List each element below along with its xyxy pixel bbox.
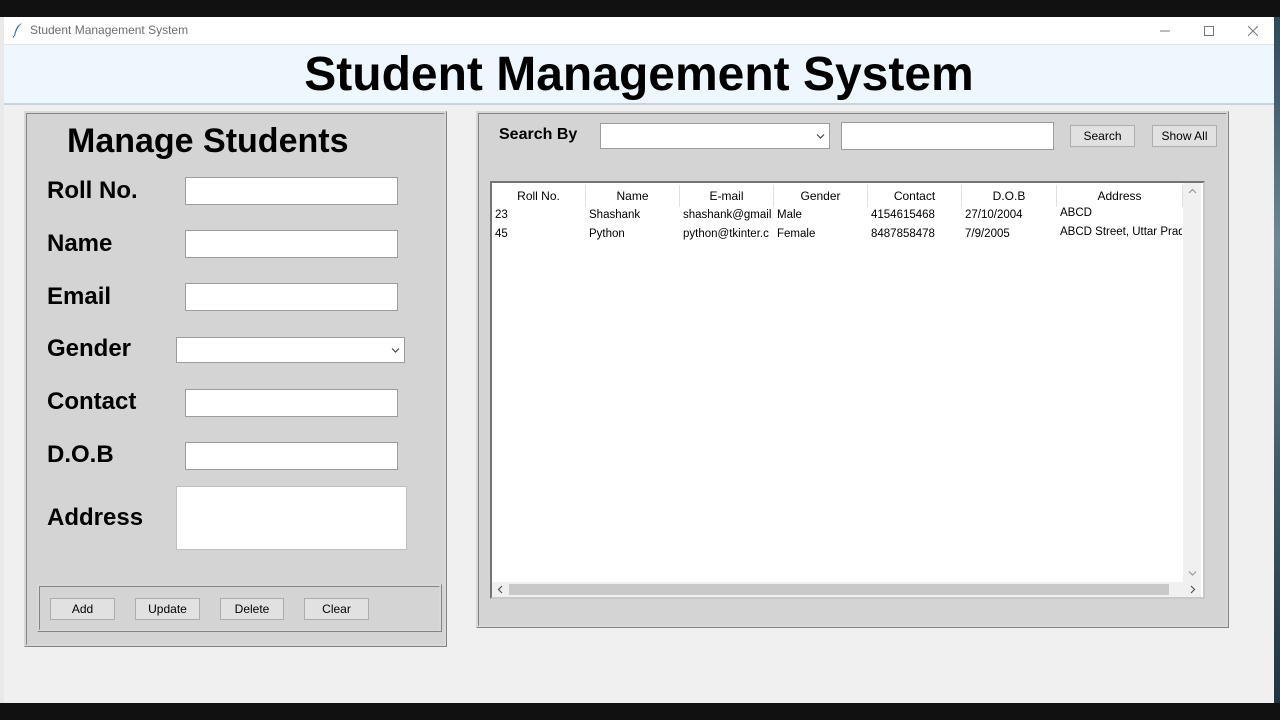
student-details-frame: Search By Search Show All Roll No. Name E-… <box>476 111 1229 628</box>
minimize-icon <box>1160 30 1170 31</box>
table-cell: shashank@gmail. <box>683 209 771 221</box>
column-header[interactable]: E-mail <box>680 185 774 207</box>
search-button[interactable]: Search <box>1070 125 1135 147</box>
horizontal-scrollbar[interactable] <box>492 582 1201 597</box>
update-button[interactable]: Update <box>135 598 200 620</box>
maximize-icon <box>1204 25 1214 36</box>
name-label: Name <box>47 230 113 257</box>
table-cell: Python <box>589 228 625 240</box>
column-header[interactable]: Contact <box>868 185 962 207</box>
window-title: Student Management System <box>30 23 189 37</box>
table-cell: Male <box>777 209 802 221</box>
roll-no-input[interactable] <box>185 177 398 205</box>
column-header[interactable]: Gender <box>774 185 868 207</box>
manage-students-frame: Manage Students Roll No. Name Email Gend… <box>24 111 447 647</box>
dob-label: D.O.B <box>47 441 114 468</box>
search-input[interactable] <box>841 122 1054 150</box>
table-row[interactable]: 45 Python python@tkinter.c Female 8487858478… <box>492 226 1182 246</box>
chevron-down-icon <box>391 348 400 353</box>
chevron-right-icon[interactable] <box>1188 585 1197 594</box>
table-cell: 7/9/2005 <box>965 228 1010 240</box>
table-cell: 8487858478 <box>871 228 935 240</box>
contact-label: Contact <box>47 388 137 415</box>
close-icon <box>1248 25 1258 36</box>
gender-label: Gender <box>47 335 132 362</box>
header-banner: Student Management System <box>4 45 1274 105</box>
chevron-down-icon[interactable] <box>1188 569 1197 578</box>
action-buttons-frame: Add Update Delete Clear <box>37 584 442 632</box>
table-cell: 45 <box>495 228 508 240</box>
email-label: Email <box>47 283 112 310</box>
show-all-button[interactable]: Show All <box>1152 125 1217 147</box>
maximize-button[interactable] <box>1187 17 1231 44</box>
search-by-dropdown[interactable] <box>600 123 830 149</box>
table-cell: Shashank <box>589 209 641 221</box>
delete-button[interactable]: Delete <box>220 598 284 620</box>
title-bar: Student Management System <box>4 17 1274 45</box>
chevron-left-icon[interactable] <box>496 585 505 594</box>
table-row[interactable]: 23 Shashank shashank@gmail. Male 4154615468 2… <box>492 207 1182 227</box>
table-cell: 27/10/2004 <box>965 209 1023 221</box>
students-table: Roll No. Name E-mail Gender Contact D.O.B Addr… <box>490 181 1205 599</box>
name-input[interactable] <box>185 230 398 258</box>
table-cell: 23 <box>495 209 508 221</box>
gender-dropdown[interactable] <box>176 337 405 363</box>
chevron-down-icon <box>816 134 825 139</box>
horizontal-scrollbar-thumb[interactable] <box>509 584 1169 595</box>
close-button[interactable] <box>1231 17 1275 44</box>
address-textarea[interactable] <box>176 486 407 550</box>
contact-input[interactable] <box>185 389 398 417</box>
add-button[interactable]: Add <box>50 598 115 620</box>
minimize-button[interactable] <box>1143 17 1187 44</box>
table-cell: ABCD <box>1060 207 1092 219</box>
column-header[interactable]: Address <box>1057 185 1183 207</box>
email-input[interactable] <box>185 283 398 311</box>
table-cell: python@tkinter.c <box>683 228 769 240</box>
chevron-up-icon[interactable] <box>1188 187 1197 196</box>
column-header[interactable]: Roll No. <box>492 185 586 207</box>
manage-students-title: Manage Students <box>67 122 349 160</box>
search-by-label: Search By <box>499 126 578 143</box>
page-title: Student Management System <box>304 48 974 101</box>
clear-button[interactable]: Clear <box>304 598 369 620</box>
table-cell: Female <box>777 228 816 240</box>
table-cell: ABCD Street, Uttar Prade <box>1060 226 1182 238</box>
table-cell: 4154615468 <box>871 209 935 221</box>
column-header[interactable]: D.O.B <box>962 185 1057 207</box>
screen-bottom-border <box>0 703 1280 720</box>
dob-input[interactable] <box>185 442 398 470</box>
screen-top-border <box>0 0 1280 17</box>
vertical-scrollbar[interactable] <box>1183 183 1201 582</box>
column-header[interactable]: Name <box>586 185 680 207</box>
app-window: Student Management System Student Manage… <box>4 17 1274 703</box>
roll-no-label: Roll No. <box>47 177 138 204</box>
desktop-right-edge <box>1274 17 1280 703</box>
feather-icon <box>12 23 22 38</box>
address-label: Address <box>47 504 144 531</box>
